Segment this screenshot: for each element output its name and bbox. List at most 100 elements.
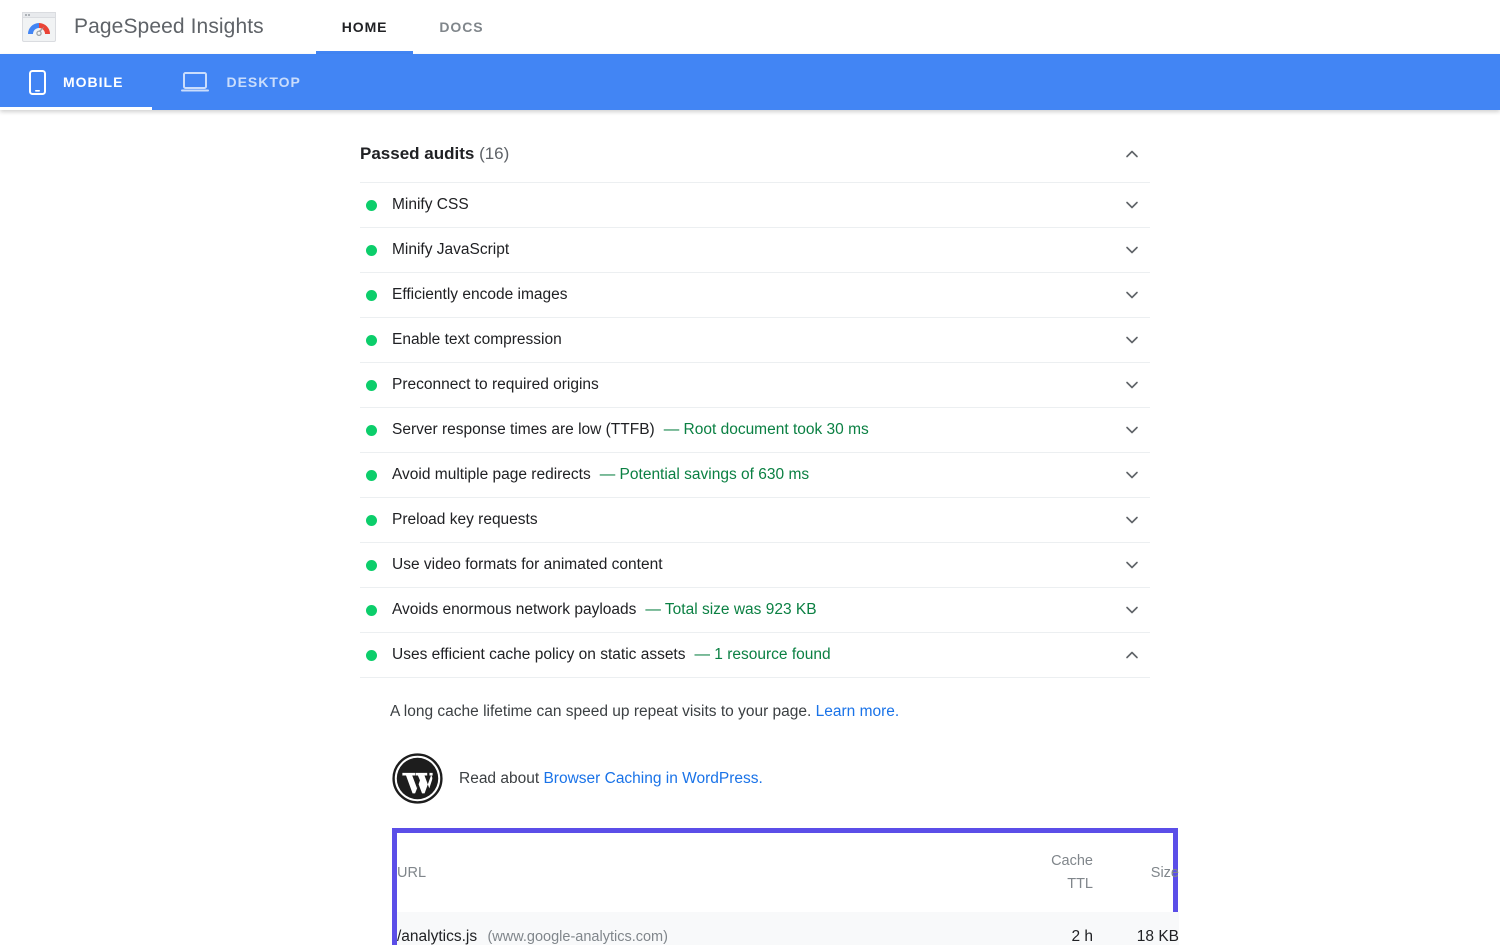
app-title: PageSpeed Insights: [74, 15, 264, 39]
audit-row[interactable]: Minify JavaScript: [360, 227, 1150, 272]
audit-left: Avoid multiple page redirects — Potentia…: [360, 466, 809, 484]
panel-title: Passed audits (16): [360, 144, 509, 164]
audit-left: Minify JavaScript: [360, 241, 518, 259]
audit-left: Enable text compression: [360, 331, 571, 349]
mobile-phone-icon: [29, 70, 46, 95]
cell-size: 18 KB: [1093, 912, 1179, 945]
pass-status-dot: [366, 200, 377, 211]
nav-tab-docs[interactable]: DOCS: [413, 0, 509, 54]
table-row: /analytics.js (www.google-analytics.com)…: [397, 912, 1179, 945]
chevron-down-icon[interactable]: [1122, 600, 1142, 620]
panel-title-count: (16): [479, 144, 509, 163]
audit-row[interactable]: Preconnect to required origins: [360, 362, 1150, 407]
chevron-down-icon[interactable]: [1122, 285, 1142, 305]
pass-status-dot: [366, 335, 377, 346]
cell-cache-ttl: 2 h: [997, 912, 1093, 945]
audit-row[interactable]: Use video formats for animated content: [360, 542, 1150, 587]
column-header-cache-ttl-line1: Cache: [1051, 853, 1093, 869]
pass-status-dot: [366, 425, 377, 436]
nav-tab-home[interactable]: HOME: [316, 0, 414, 54]
audit-expanded-body: A long cache lifetime can speed up repea…: [360, 677, 1150, 945]
chevron-up-icon[interactable]: [1122, 144, 1142, 164]
device-tab-bar: MOBILE DESKTOP: [0, 54, 1500, 110]
main-nav: HOME DOCS: [316, 0, 510, 54]
stack-pack-prefix: Read about: [459, 770, 539, 787]
report-content: Passed audits (16) Minify CSS Minify Jav…: [0, 110, 1500, 945]
audit-title: Minify JavaScript: [392, 241, 509, 259]
audit-left: Efficiently encode images: [360, 286, 576, 304]
nav-tab-home-label: HOME: [342, 19, 388, 35]
nav-tab-docs-label: DOCS: [439, 19, 483, 35]
pass-status-dot: [366, 560, 377, 571]
audit-row-expanded[interactable]: Uses efficient cache policy on static as…: [360, 632, 1150, 677]
chevron-down-icon[interactable]: [1122, 195, 1142, 215]
resource-host: (www.google-analytics.com): [487, 929, 668, 945]
audit-title: Avoids enormous network payloads: [392, 601, 636, 619]
audit-left: Preconnect to required origins: [360, 376, 608, 394]
pass-status-dot: [366, 650, 377, 661]
resources-table-head: URL Cache TTL Size: [397, 833, 1179, 912]
resources-table-highlight: URL Cache TTL Size /analytics.js: [392, 828, 1178, 945]
audit-title: Preload key requests: [392, 511, 538, 529]
audit-title: Preconnect to required origins: [392, 376, 599, 394]
audit-note: — Root document took 30 ms: [664, 421, 869, 439]
resources-table-body: /analytics.js (www.google-analytics.com)…: [397, 912, 1179, 945]
audit-row[interactable]: Minify CSS: [360, 182, 1150, 227]
audit-title: Avoid multiple page redirects: [392, 466, 591, 484]
chevron-down-icon[interactable]: [1122, 330, 1142, 350]
audit-note: — 1 resource found: [695, 646, 831, 664]
audit-row[interactable]: Efficiently encode images: [360, 272, 1150, 317]
pass-status-dot: [366, 380, 377, 391]
audit-title: Efficiently encode images: [392, 286, 567, 304]
cell-url: /analytics.js (www.google-analytics.com): [397, 912, 997, 945]
audit-left: Server response times are low (TTFB) — R…: [360, 421, 869, 439]
app-header: PageSpeed Insights HOME DOCS: [0, 0, 1500, 54]
pass-status-dot: [366, 515, 377, 526]
chevron-down-icon[interactable]: [1122, 555, 1142, 575]
device-tab-mobile[interactable]: MOBILE: [0, 54, 152, 110]
learn-more-link[interactable]: Learn more.: [816, 703, 900, 720]
audit-title: Minify CSS: [392, 196, 469, 214]
column-header-size: Size: [1093, 833, 1179, 912]
audit-left: Uses efficient cache policy on static as…: [360, 646, 831, 664]
device-tab-desktop[interactable]: DESKTOP: [152, 54, 329, 110]
resource-path: /analytics.js: [397, 928, 477, 945]
chevron-down-icon[interactable]: [1122, 375, 1142, 395]
audit-left: Avoids enormous network payloads — Total…: [360, 601, 817, 619]
audit-note: — Potential savings of 630 ms: [600, 466, 809, 484]
audit-row[interactable]: Server response times are low (TTFB) — R…: [360, 407, 1150, 452]
wordpress-logo-icon: [392, 753, 443, 804]
audit-row[interactable]: Preload key requests: [360, 497, 1150, 542]
chevron-down-icon[interactable]: [1122, 510, 1142, 530]
chevron-down-icon[interactable]: [1122, 465, 1142, 485]
column-header-cache-ttl-line2: TTL: [1067, 876, 1093, 892]
audit-description: A long cache lifetime can speed up repea…: [390, 700, 1150, 723]
chevron-down-icon[interactable]: [1122, 240, 1142, 260]
chevron-up-icon[interactable]: [1122, 645, 1142, 665]
browser-caching-wordpress-link[interactable]: Browser Caching in WordPress.: [543, 770, 762, 787]
audit-description-text: A long cache lifetime can speed up repea…: [390, 703, 811, 720]
audit-title: Server response times are low (TTFB): [392, 421, 655, 439]
passed-audits-panel: Passed audits (16) Minify CSS Minify Jav…: [360, 144, 1150, 945]
chevron-down-icon[interactable]: [1122, 420, 1142, 440]
passed-audits-header[interactable]: Passed audits (16): [360, 144, 1150, 182]
audit-left: Preload key requests: [360, 511, 547, 529]
column-header-cache-ttl: Cache TTL: [997, 833, 1093, 912]
pass-status-dot: [366, 605, 377, 616]
resources-table: URL Cache TTL Size /analytics.js: [397, 833, 1179, 945]
pass-status-dot: [366, 470, 377, 481]
audit-row[interactable]: Avoids enormous network payloads — Total…: [360, 587, 1150, 632]
audit-row[interactable]: Enable text compression: [360, 317, 1150, 362]
audit-note: — Total size was 923 KB: [645, 601, 816, 619]
audit-row[interactable]: Avoid multiple page redirects — Potentia…: [360, 452, 1150, 497]
pass-status-dot: [366, 290, 377, 301]
panel-title-label: Passed audits: [360, 144, 474, 163]
audit-title: Use video formats for animated content: [392, 556, 663, 574]
device-tab-mobile-label: MOBILE: [63, 74, 123, 90]
table-header-row: URL Cache TTL Size: [397, 833, 1179, 912]
audit-title: Uses efficient cache policy on static as…: [392, 646, 686, 664]
column-header-url: URL: [397, 833, 997, 912]
audit-left: Use video formats for animated content: [360, 556, 672, 574]
desktop-laptop-icon: [181, 70, 209, 94]
pass-status-dot: [366, 245, 377, 256]
